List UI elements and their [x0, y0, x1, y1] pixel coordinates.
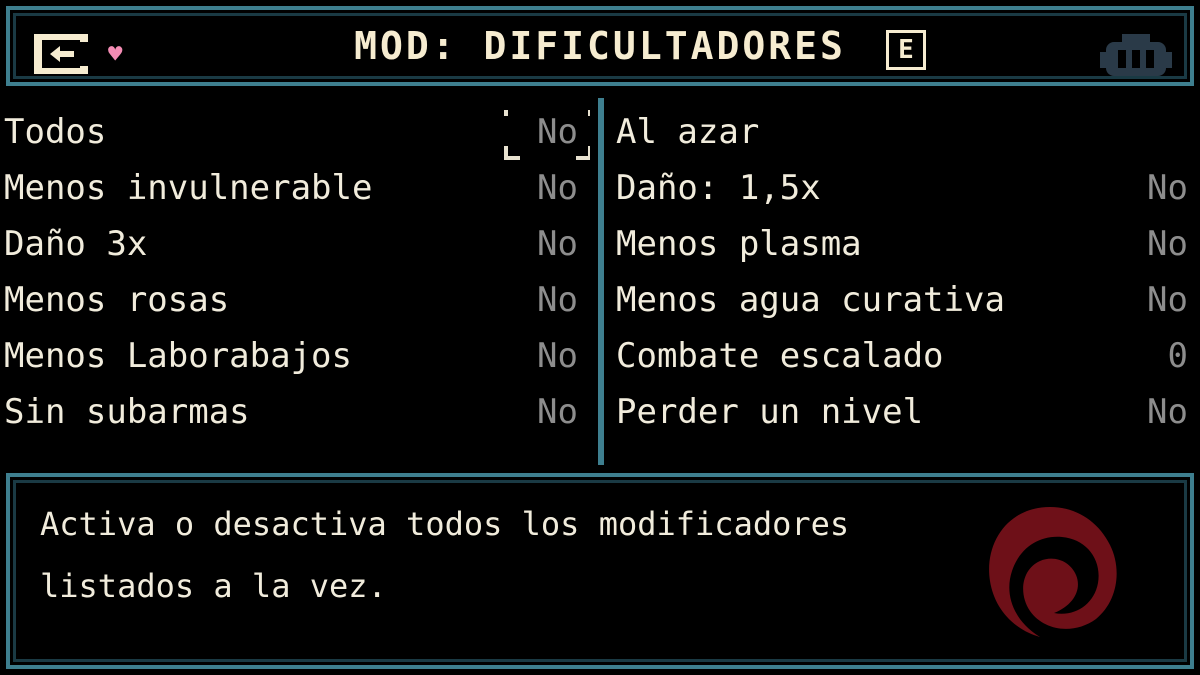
option-label: Sin subarmas: [4, 392, 250, 432]
option-label: Menos Laborabajos: [4, 336, 352, 376]
option-label: Menos plasma: [616, 224, 862, 264]
option-row[interactable]: Al azar: [612, 110, 1200, 166]
robot-icon: [1100, 34, 1172, 76]
option-row[interactable]: Todos No: [0, 110, 590, 166]
description-panel: Activa o desactiva todos los modificador…: [6, 473, 1194, 669]
option-value[interactable]: No: [1147, 168, 1188, 208]
option-label: Menos agua curativa: [616, 280, 1005, 320]
option-label: Daño: 1,5x: [616, 168, 821, 208]
option-row[interactable]: Daño: 1,5x No: [612, 166, 1200, 222]
header-bar: ♥ MOD: DIFICULTADORES E: [6, 6, 1194, 86]
option-label: Menos rosas: [4, 280, 230, 320]
option-value[interactable]: No: [537, 392, 578, 432]
e-key-hint: E: [886, 30, 926, 70]
option-label: Todos: [4, 112, 107, 152]
option-row[interactable]: Perder un nivel No: [612, 390, 1200, 446]
option-value[interactable]: No: [537, 112, 578, 152]
option-value[interactable]: No: [1147, 392, 1188, 432]
option-row[interactable]: Combate escalado 0: [612, 334, 1200, 390]
option-value[interactable]: No: [537, 224, 578, 264]
option-label: Perder un nivel: [616, 392, 924, 432]
option-label: Daño 3x: [4, 224, 148, 264]
option-value[interactable]: 0: [1168, 336, 1188, 376]
option-value[interactable]: No: [537, 168, 578, 208]
option-row[interactable]: Menos rosas No: [0, 278, 590, 334]
watermark-logo-icon: [989, 507, 1117, 637]
option-label: Al azar: [616, 112, 760, 152]
option-label: Combate escalado: [616, 336, 944, 376]
option-row[interactable]: Menos Laborabajos No: [0, 334, 590, 390]
option-value[interactable]: No: [537, 280, 578, 320]
column-divider: [598, 98, 604, 465]
option-label: Menos invulnerable: [4, 168, 373, 208]
option-value[interactable]: No: [1147, 224, 1188, 264]
description-text: Activa o desactiva todos los modificador…: [40, 505, 850, 605]
options-list-left: Todos No Menos invulnerable No Daño 3x N…: [0, 110, 590, 465]
option-row[interactable]: Menos agua curativa No: [612, 278, 1200, 334]
option-value[interactable]: No: [537, 336, 578, 376]
option-row[interactable]: Menos invulnerable No: [0, 166, 590, 222]
options-list-right: Al azar Daño: 1,5x No Menos plasma No Me…: [612, 110, 1200, 465]
option-row[interactable]: Menos plasma No: [612, 222, 1200, 278]
option-row[interactable]: Sin subarmas No: [0, 390, 590, 446]
option-row[interactable]: Daño 3x No: [0, 222, 590, 278]
option-value[interactable]: No: [1147, 280, 1188, 320]
page-title: MOD: DIFICULTADORES: [354, 24, 846, 68]
